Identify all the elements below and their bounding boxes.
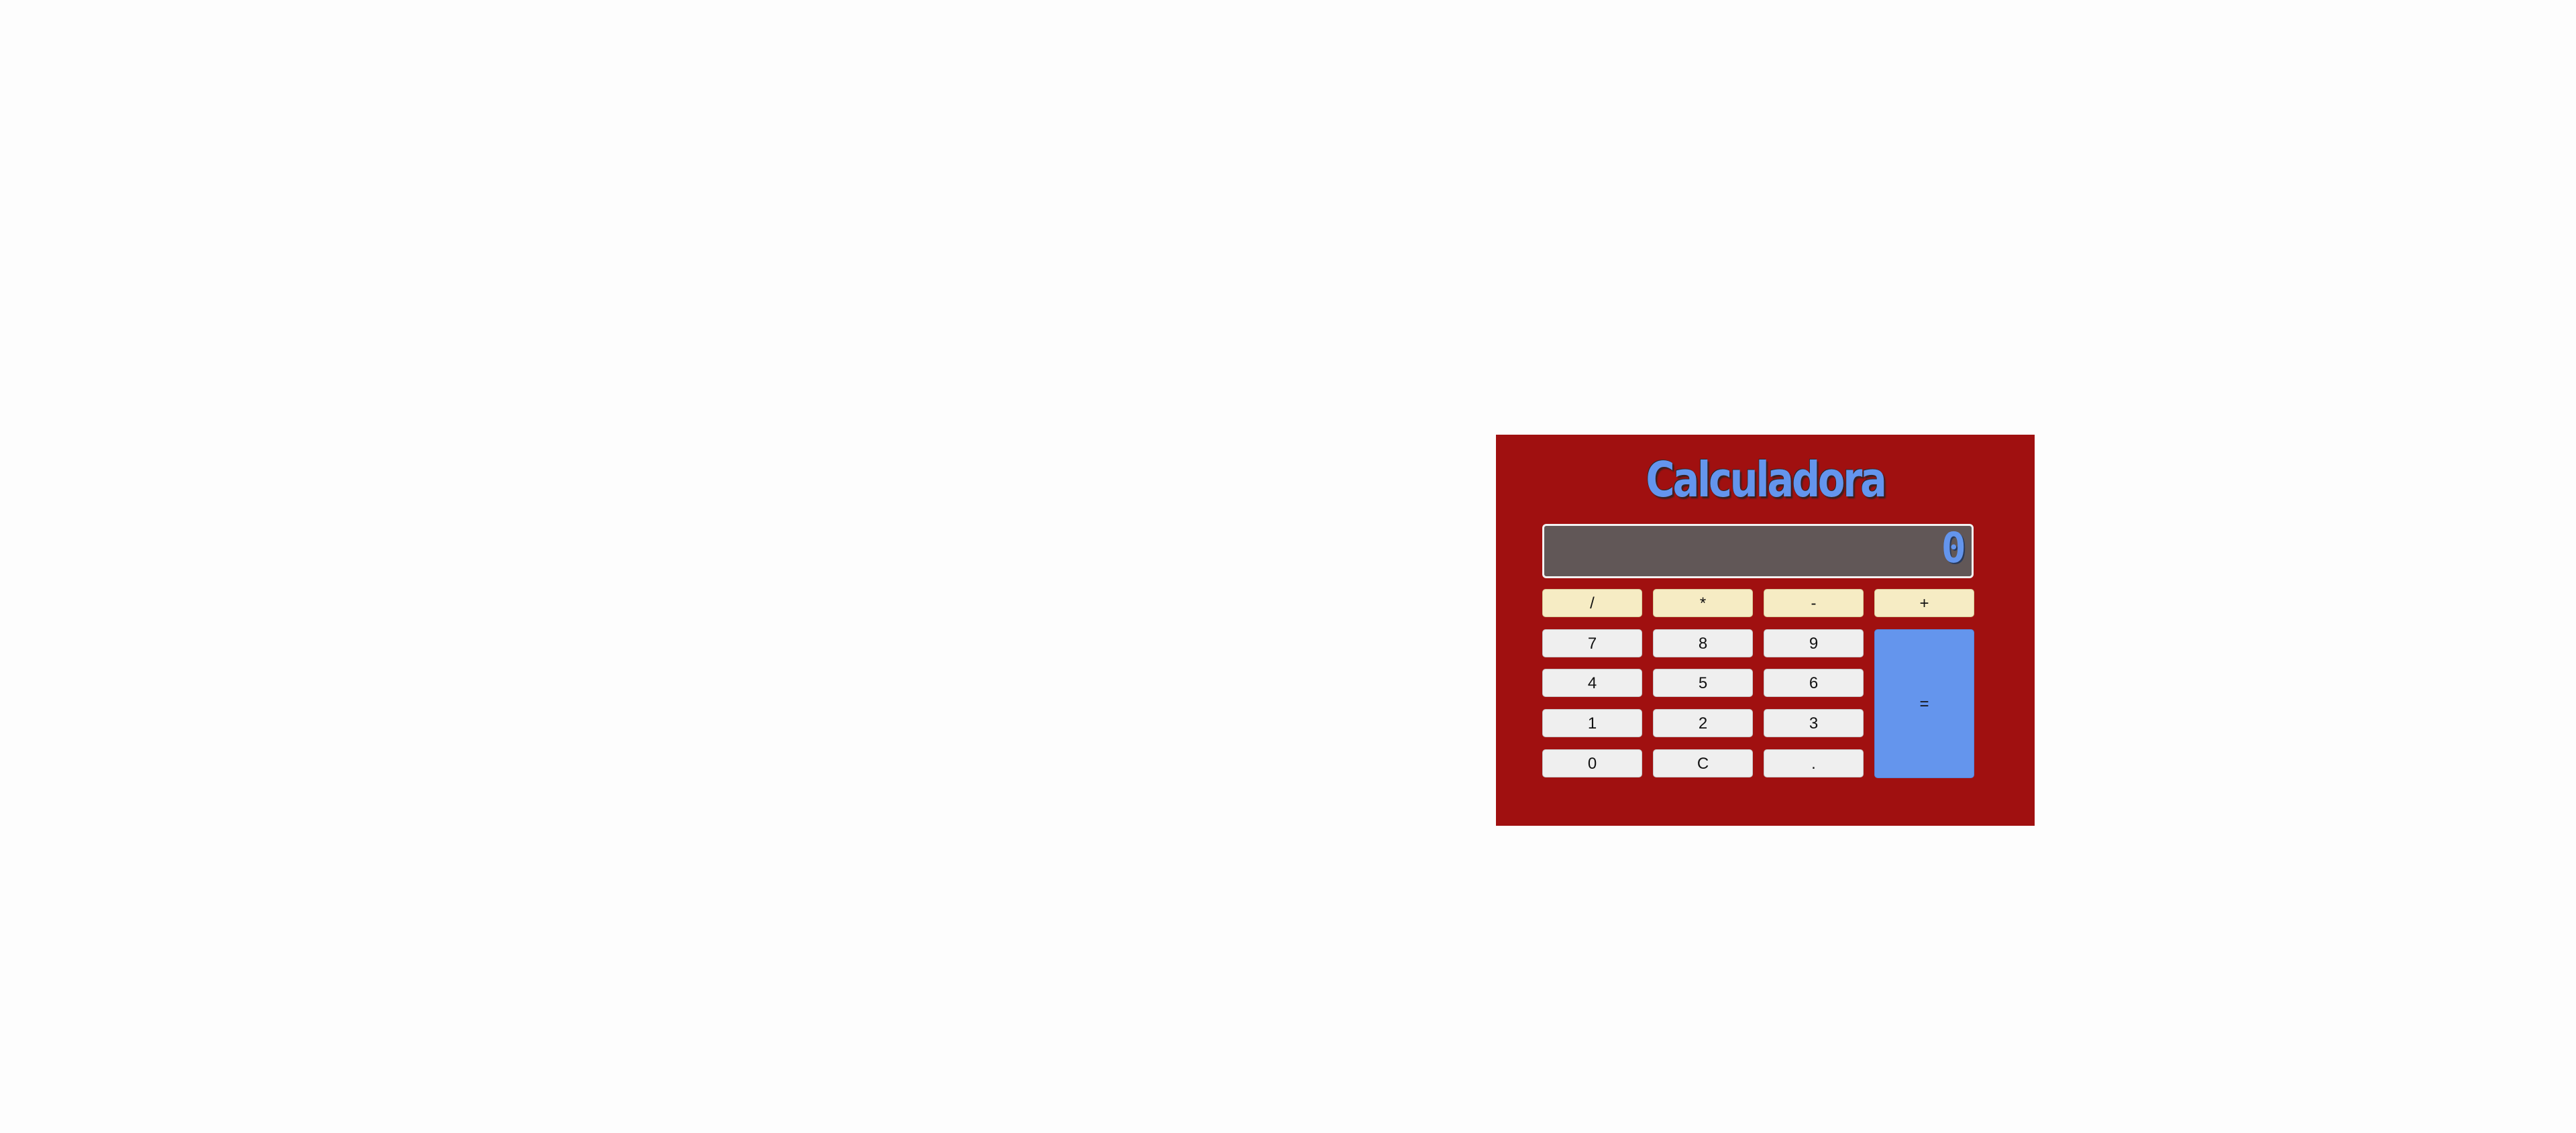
add-button[interactable]: +: [1874, 589, 1974, 617]
digit-6-button[interactable]: 6: [1764, 669, 1864, 697]
digit-9-button[interactable]: 9: [1764, 629, 1864, 657]
calculator-panel: Calculadora 0 / * - + 7 8 9 4 5 6 1 2 3 …: [1496, 435, 2035, 826]
calculator-display: 0: [1542, 524, 1974, 578]
calculator-title: Calculadora: [1646, 451, 1886, 508]
digit-0-button[interactable]: 0: [1542, 749, 1642, 777]
digit-1-button[interactable]: 1: [1542, 709, 1642, 737]
decimal-point-button[interactable]: .: [1764, 749, 1864, 777]
divide-button[interactable]: /: [1542, 589, 1642, 617]
digit-3-button[interactable]: 3: [1764, 709, 1864, 737]
digit-5-button[interactable]: 5: [1653, 669, 1753, 697]
digit-7-button[interactable]: 7: [1542, 629, 1642, 657]
equals-button[interactable]: =: [1874, 629, 1974, 778]
digit-8-button[interactable]: 8: [1653, 629, 1753, 657]
digit-2-button[interactable]: 2: [1653, 709, 1753, 737]
subtract-button[interactable]: -: [1764, 589, 1864, 617]
multiply-button[interactable]: *: [1653, 589, 1753, 617]
digit-4-button[interactable]: 4: [1542, 669, 1642, 697]
clear-button[interactable]: C: [1653, 749, 1753, 777]
